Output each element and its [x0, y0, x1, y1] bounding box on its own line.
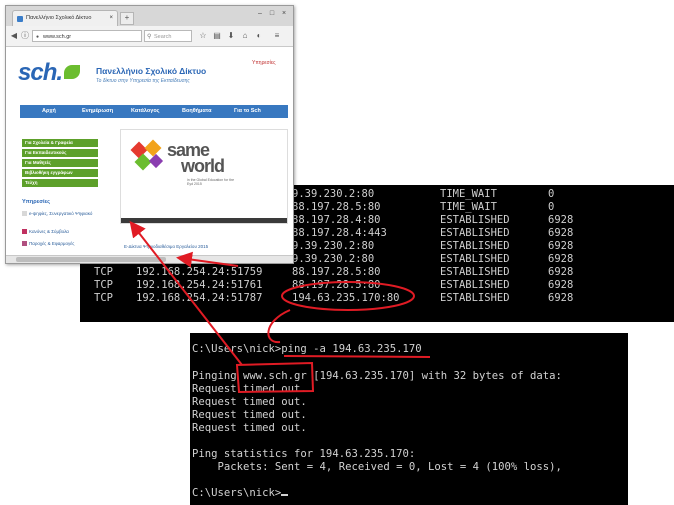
annotation-ellipse-foreign-address [281, 281, 415, 311]
annotation-arrow-to-page [129, 220, 243, 366]
annotation-connector [267, 309, 291, 344]
annotation-arrow-to-browser [176, 251, 239, 268]
annotation-overlay [129, 220, 431, 394]
annotation-box-hostname [235, 361, 315, 394]
annotation-underline-command [283, 355, 431, 358]
